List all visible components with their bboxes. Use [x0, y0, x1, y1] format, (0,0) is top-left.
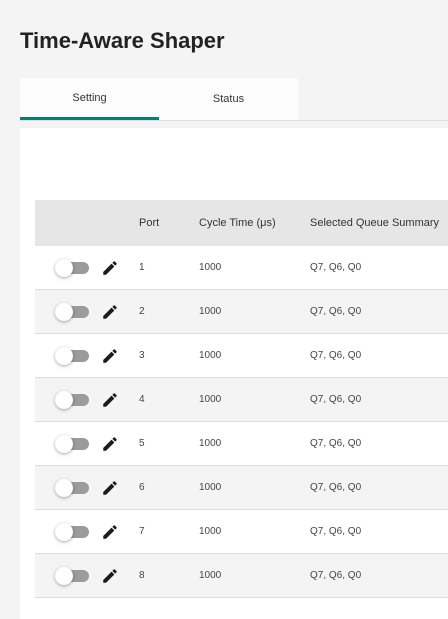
- cycle-time-cell: 1000: [199, 306, 222, 317]
- pencil-icon: [103, 481, 117, 495]
- pencil-icon: [103, 349, 117, 363]
- enable-toggle[interactable]: [55, 567, 89, 585]
- table-row: 7 1000 Q7, Q6, Q0: [35, 510, 448, 554]
- queue-summary-cell: Q7, Q6, Q0: [310, 570, 362, 581]
- enable-toggle[interactable]: [55, 523, 89, 541]
- tab-bar: Setting Status: [20, 78, 298, 120]
- port-cell: 5: [139, 438, 145, 449]
- enable-toggle[interactable]: [55, 391, 89, 409]
- queue-summary-cell: Q7, Q6, Q0: [310, 306, 362, 317]
- port-cell: 6: [139, 482, 145, 493]
- table-row: 2 1000 Q7, Q6, Q0: [35, 290, 448, 334]
- port-cell: 7: [139, 526, 145, 537]
- table-row: 8 1000 Q7, Q6, Q0: [35, 554, 448, 598]
- edit-button[interactable]: [101, 259, 119, 277]
- table-row: 6 1000 Q7, Q6, Q0: [35, 466, 448, 510]
- queue-summary-cell: Q7, Q6, Q0: [310, 526, 362, 537]
- edit-button[interactable]: [101, 303, 119, 321]
- enable-toggle[interactable]: [55, 347, 89, 365]
- content-card: Port Cycle Time (μs) Selected Queue Summ…: [20, 128, 448, 619]
- table-row: 5 1000 Q7, Q6, Q0: [35, 422, 448, 466]
- queue-summary-cell: Q7, Q6, Q0: [310, 394, 362, 405]
- cycle-time-cell: 1000: [199, 394, 222, 405]
- tab-setting[interactable]: Setting: [20, 78, 159, 120]
- pencil-icon: [103, 261, 117, 275]
- pencil-icon: [103, 393, 117, 407]
- port-cell: 3: [139, 350, 145, 361]
- table-body: 1 1000 Q7, Q6, Q0 2 1000 Q7, Q6, Q0 3 10…: [35, 246, 448, 598]
- toggle-knob: [55, 435, 73, 453]
- cycle-time-cell: 1000: [199, 482, 222, 493]
- page-title: Time-Aware Shaper: [20, 28, 225, 53]
- enable-toggle[interactable]: [55, 259, 89, 277]
- toggle-knob: [55, 347, 73, 365]
- tab-divider: [20, 120, 448, 121]
- enable-toggle[interactable]: [55, 435, 89, 453]
- edit-button[interactable]: [101, 567, 119, 585]
- column-header-cycle-time: Cycle Time (μs): [199, 217, 276, 229]
- cycle-time-cell: 1000: [199, 438, 222, 449]
- queue-summary-cell: Q7, Q6, Q0: [310, 350, 362, 361]
- pencil-icon: [103, 569, 117, 583]
- port-cell: 1: [139, 262, 145, 273]
- toggle-knob: [55, 391, 73, 409]
- enable-toggle[interactable]: [55, 303, 89, 321]
- pencil-icon: [103, 437, 117, 451]
- toggle-knob: [55, 479, 73, 497]
- table-row: 3 1000 Q7, Q6, Q0: [35, 334, 448, 378]
- edit-button[interactable]: [101, 479, 119, 497]
- enable-toggle[interactable]: [55, 479, 89, 497]
- cycle-time-cell: 1000: [199, 526, 222, 537]
- pencil-icon: [103, 525, 117, 539]
- table-header: Port Cycle Time (μs) Selected Queue Summ…: [35, 200, 448, 246]
- edit-button[interactable]: [101, 523, 119, 541]
- column-header-port: Port: [139, 217, 160, 229]
- column-header-queue-summary: Selected Queue Summary: [310, 217, 440, 229]
- pencil-icon: [103, 305, 117, 319]
- tab-status[interactable]: Status: [159, 78, 298, 120]
- edit-button[interactable]: [101, 347, 119, 365]
- port-cell: 2: [139, 306, 145, 317]
- toggle-knob: [55, 523, 73, 541]
- cycle-time-cell: 1000: [199, 262, 222, 273]
- queue-summary-cell: Q7, Q6, Q0: [310, 482, 362, 493]
- table-row: 1 1000 Q7, Q6, Q0: [35, 246, 448, 290]
- edit-button[interactable]: [101, 391, 119, 409]
- toggle-knob: [55, 259, 73, 277]
- toggle-knob: [55, 303, 73, 321]
- queue-summary-cell: Q7, Q6, Q0: [310, 262, 362, 273]
- toggle-knob: [55, 567, 73, 585]
- edit-button[interactable]: [101, 435, 119, 453]
- cycle-time-cell: 1000: [199, 570, 222, 581]
- port-cell: 4: [139, 394, 145, 405]
- queue-summary-cell: Q7, Q6, Q0: [310, 438, 362, 449]
- port-cell: 8: [139, 570, 145, 581]
- page: Time-Aware Shaper Setting Status Port Cy…: [0, 0, 448, 619]
- table-row: 4 1000 Q7, Q6, Q0: [35, 378, 448, 422]
- cycle-time-cell: 1000: [199, 350, 222, 361]
